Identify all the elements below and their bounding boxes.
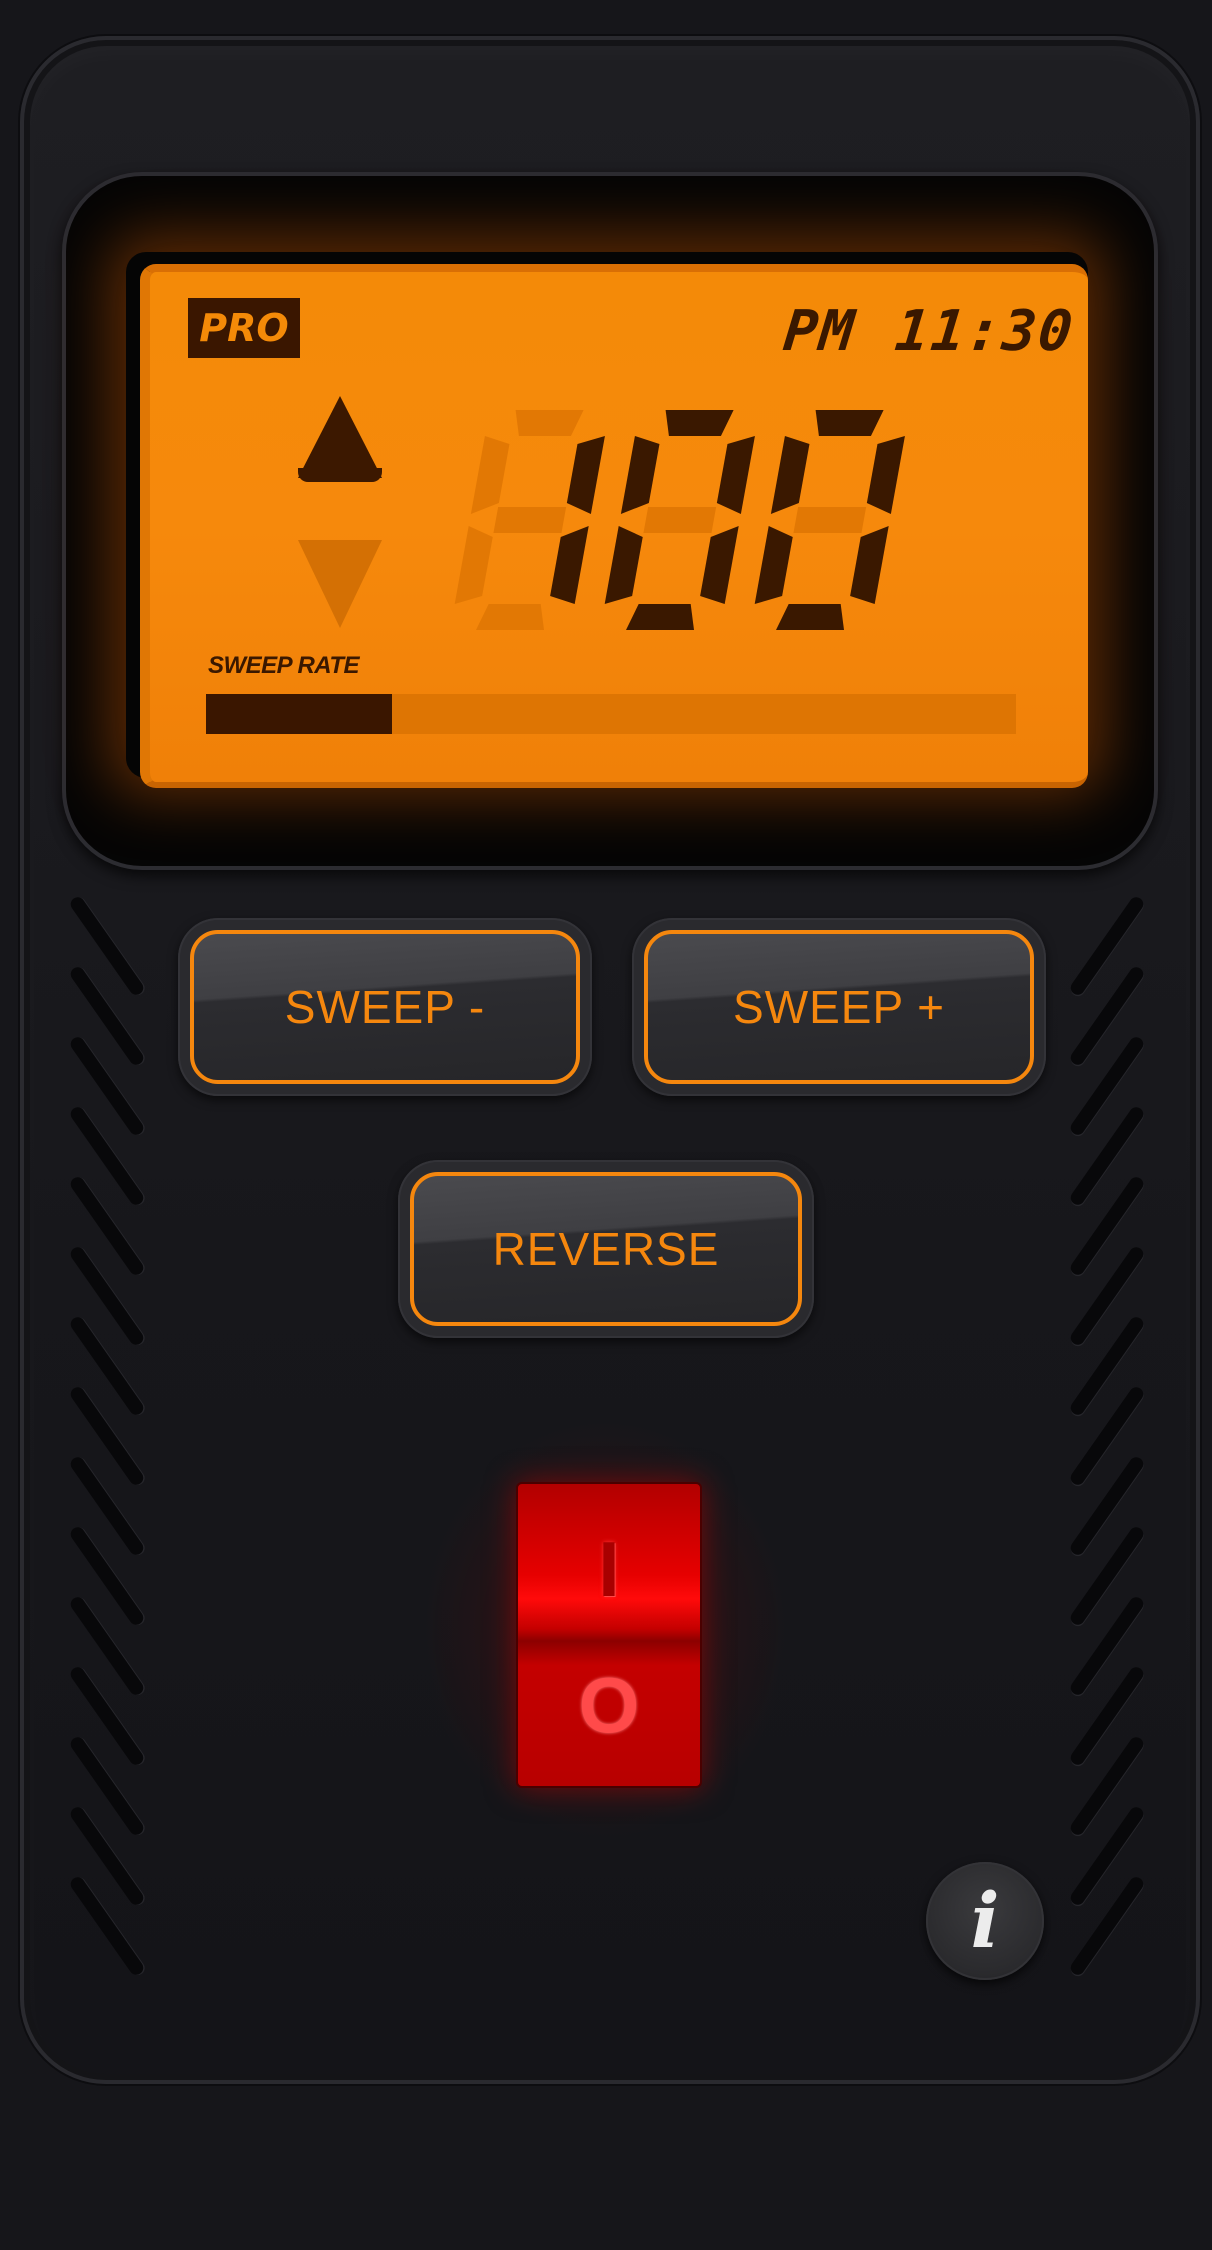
direction-up-icon (298, 396, 382, 478)
info-button[interactable]: i (926, 1862, 1044, 1980)
clock-minute: 30 (999, 299, 1078, 364)
pro-badge: PRO (188, 298, 300, 358)
digit-1-segment-c (550, 526, 589, 604)
digit-2-segment-g (643, 507, 717, 533)
digit-2-segment-c (700, 526, 739, 604)
digit-3-segment-g (793, 507, 867, 533)
sweep-plus-button[interactable]: SWEEP + (644, 930, 1034, 1084)
digit-1-segment-e (454, 526, 493, 604)
digit-2-segment-b (716, 436, 755, 514)
seven-segment-display (454, 410, 905, 630)
digit-3-segment-a (815, 410, 884, 436)
digit-3-segment-d (776, 604, 844, 630)
sweep-rate-fill (206, 694, 393, 734)
digit-3-segment-e (754, 526, 793, 604)
digit-1-segment-a (515, 410, 584, 436)
reverse-button[interactable]: REVERSE (410, 1172, 802, 1326)
reverse-housing: REVERSE (398, 1160, 814, 1338)
digit-3-segment-f (770, 436, 810, 514)
clock-readout: PM 11:30 (780, 299, 1078, 364)
speaker-vents-left (64, 888, 154, 1978)
direction-up-icon-base (298, 468, 382, 482)
sweep-minus-housing: SWEEP - (178, 918, 592, 1096)
sweep-rate-bar (206, 694, 1016, 734)
digit-1-segment-g (493, 507, 567, 533)
digit-1-segment-d (476, 604, 544, 630)
sweep-minus-button[interactable]: SWEEP - (190, 930, 580, 1084)
frequency-readout (430, 400, 905, 640)
sweep-plus-housing: SWEEP + (632, 918, 1046, 1096)
clock-hour: 11 (892, 299, 971, 364)
power-switch[interactable]: I O (516, 1482, 702, 1788)
digit-3-segment-c (850, 526, 889, 604)
lcd-display: PRO PM 11:30 SWEEP RATE (140, 264, 1088, 788)
digit-2-segment-a (665, 410, 734, 436)
digit-2-segment-d (626, 604, 694, 630)
clock-ampm: PM (780, 299, 859, 364)
power-off-label: O (578, 1661, 640, 1749)
power-on-label: I (598, 1525, 620, 1613)
digit-2-segment-f (620, 436, 660, 514)
digit-3-segment-b (866, 436, 905, 514)
digit-1-segment-b (566, 436, 605, 514)
digit-1-segment-f (470, 436, 510, 514)
sweep-rate-label: SWEEP RATE (208, 652, 360, 679)
speaker-vents-right (1064, 888, 1154, 1978)
direction-down-icon (298, 540, 382, 628)
digit-2-segment-e (604, 526, 643, 604)
info-icon: i (970, 1876, 1000, 1965)
